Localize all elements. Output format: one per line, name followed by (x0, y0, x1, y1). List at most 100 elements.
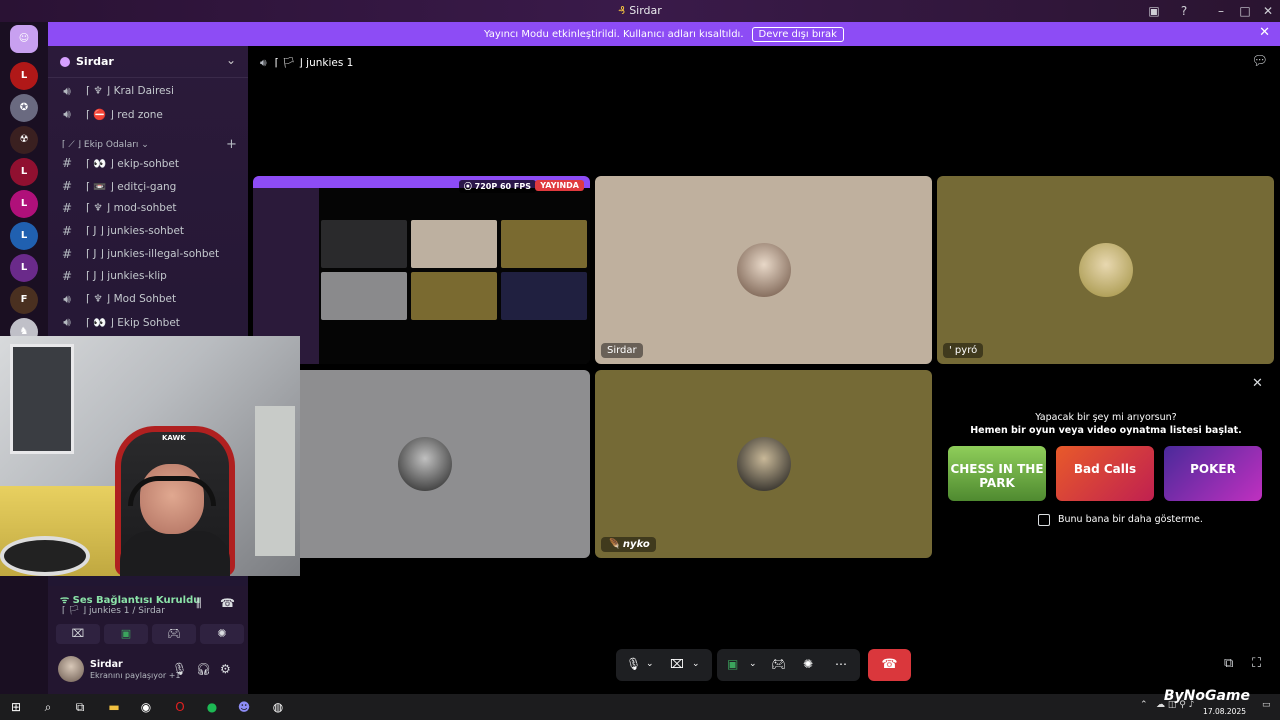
more-icon[interactable]: ⋯ (835, 657, 847, 671)
voice-call-area: 🔊︎ ⌈ 🏳 ⌋ junkies 1 💬︎ ⦿ 720P 60 FPS YAYIN… (248, 46, 1280, 694)
channel-item[interactable]: # ⌈ 👀 ⌋ ekip-sohbet (56, 153, 240, 173)
disable-streamer-mode-button[interactable]: Devre dışı bırak (751, 27, 844, 42)
server-name: Sirdar (76, 55, 114, 68)
maximize-icon[interactable]: □ (1237, 3, 1253, 19)
headset (128, 476, 216, 506)
speaker-icon: 🔊︎ (63, 292, 71, 306)
discord-icon[interactable]: ☻ (234, 698, 254, 716)
minimize-icon[interactable]: – (1213, 3, 1229, 19)
steam-icon[interactable]: ◉ (136, 698, 156, 716)
screen-share-button[interactable]: ▣ (104, 624, 148, 644)
notification-icon[interactable]: ▭ (1262, 700, 1271, 710)
camera-off-icon[interactable]: ⌧ (670, 657, 684, 671)
channel-item[interactable]: # ⌈ J ⌋ junkies-klip (56, 266, 240, 286)
preview-tile (321, 220, 407, 268)
channel-item[interactable]: # ⌈ 📼 ⌋ editçi-gang (56, 176, 240, 196)
server-icon[interactable]: ☢ (10, 126, 38, 154)
channel-label: ⌈ 👀 ⌋ Ekip Sohbet (86, 317, 180, 329)
channel-item[interactable]: # ⌈ J ⌋ junkies-illegal-sohbet (56, 244, 240, 264)
mic-icon[interactable]: 🎙︎ (626, 657, 641, 671)
search-icon[interactable]: ⌕ (38, 698, 58, 716)
channel-label: ⌈ 📼 ⌋ editçi-gang (86, 181, 177, 193)
activity-card-poker[interactable]: POKER (1164, 446, 1262, 501)
voice-channel-title: ⌈ 🏳 ⌋ junkies 1 (274, 57, 354, 69)
headphones-icon[interactable]: 🎧︎ (196, 662, 211, 676)
opera-icon[interactable]: O (170, 698, 190, 716)
disconnect-icon[interactable]: ☎ (220, 596, 235, 610)
server-icon[interactable]: L (10, 254, 38, 282)
channel-label: ⌈ ♆ ⌋ Kral Dairesi (86, 85, 174, 97)
app-icon[interactable]: ◍ (268, 698, 288, 716)
camera-off-button[interactable]: ⌧ (56, 624, 100, 644)
popout-icon[interactable]: ⧉ (1224, 656, 1233, 671)
dont-show-again-checkbox[interactable] (1038, 514, 1050, 526)
window-title-text: Sirdar (629, 4, 662, 17)
task-view-icon[interactable]: ⧉ (70, 698, 90, 716)
gear-icon[interactable]: ⚙ (220, 662, 231, 676)
activity-button[interactable]: 🎮︎ (152, 624, 196, 644)
server-icon[interactable]: ✪ (10, 94, 38, 122)
hash-icon: # (61, 201, 73, 215)
channel-label: ⌈ ♆ ⌋ mod-sohbet (86, 202, 177, 214)
preview-tile (321, 272, 407, 320)
discord-home-icon[interactable]: ☺ (10, 25, 38, 53)
channel-item[interactable]: 🔊︎ ⌈ ⛔ ⌋ red zone (56, 104, 240, 124)
activity-card-chess[interactable]: CHESS IN THE PARK (948, 446, 1046, 501)
activity-card-title: POKER (1190, 462, 1236, 476)
fullscreen-icon[interactable]: ⛶ (1252, 656, 1261, 671)
channel-label: ⌈ J ⌋ junkies-illegal-sohbet (86, 248, 220, 260)
participant-tile[interactable]: Sirdar (595, 176, 932, 364)
channel-item[interactable]: 🔊︎ ⌈ ♆ ⌋ Mod Sohbet (56, 289, 240, 309)
server-icon[interactable]: L (10, 62, 38, 90)
preview-tile (411, 272, 497, 320)
share-options-chevron-icon[interactable]: ⌄ (749, 659, 757, 669)
channel-label: ⌈ J ⌋ junkies-klip (86, 270, 167, 282)
windows-start-icon[interactable]: ⊞ (6, 698, 26, 716)
screen-share-icon[interactable]: ▣ (727, 657, 738, 671)
windows-taskbar: ⊞ ⌕ ⧉ ▬ ◉ O ● ☻ ◍ ⌃ ☁ ◫ ⚲ ♪ 17.08.2025 ▭ (0, 694, 1280, 720)
server-icon[interactable]: F (10, 286, 38, 314)
activity-close-icon[interactable]: ✕ (1252, 376, 1263, 391)
channel-item[interactable]: # ⌈ ♆ ⌋ mod-sohbet (56, 198, 240, 218)
banner-close-icon[interactable]: ✕ (1259, 25, 1270, 40)
activity-controls: ▣ ⌄ 🎮︎ ✺ ⋯ (717, 649, 860, 681)
soundboard-icon[interactable]: ✺ (803, 657, 813, 671)
channel-item[interactable]: # ⌈ J ⌋ junkies-sohbet (56, 221, 240, 241)
user-status: Ekranını paylaşıyor +1 (90, 671, 181, 680)
activity-icon[interactable]: 🎮︎ (771, 657, 786, 671)
banner-text: Yayıncı Modu etkinleştirildi. Kullanıcı … (484, 29, 744, 40)
category-label[interactable]: ⌈ ⟋ ⌋ Ekip Odaları ⌄ (62, 140, 149, 150)
mic-options-chevron-icon[interactable]: ⌄ (646, 659, 654, 669)
streamer-mode-banner: Yayıncı Modu etkinleştirildi. Kullanıcı … (48, 22, 1280, 46)
end-call-button[interactable]: ☎ (868, 649, 911, 681)
inbox-icon[interactable]: ▣ (1146, 3, 1162, 19)
tray-chevron-icon[interactable]: ⌃ (1140, 700, 1148, 710)
activity-card-bad-calls[interactable]: Bad Calls (1056, 446, 1154, 501)
participant-tile[interactable]: 🪶 nyko (595, 370, 932, 558)
soundboard-button[interactable]: ✺ (200, 624, 244, 644)
stream-tile[interactable]: ⦿ 720P 60 FPS YAYINDA (253, 176, 590, 364)
speaker-icon: 🔊︎ (63, 315, 71, 329)
server-header[interactable]: Sirdar ⌄ (48, 46, 248, 78)
end-call-icon: ☎ (881, 657, 898, 672)
camera-options-chevron-icon[interactable]: ⌄ (692, 659, 700, 669)
channel-item[interactable]: 🔊︎ ⌈ ♆ ⌋ Kral Dairesi (56, 81, 240, 101)
chevron-down-icon[interactable]: ⌄ (226, 53, 236, 67)
participant-tile[interactable]: ' pyró (937, 176, 1274, 364)
participant-tile[interactable] (253, 370, 590, 558)
close-window-icon[interactable]: ✕ (1260, 3, 1276, 19)
server-icon[interactable]: L (10, 158, 38, 186)
mic-icon[interactable]: 🎙︎ (172, 662, 187, 676)
server-icon[interactable]: L (10, 190, 38, 218)
speaker-icon: 🔊︎ (63, 107, 71, 121)
spotify-icon[interactable]: ● (202, 698, 222, 716)
file-explorer-icon[interactable]: ▬ (104, 698, 124, 716)
add-channel-icon[interactable]: + (226, 137, 237, 152)
chair-brand: KAWK (162, 434, 186, 442)
chat-icon[interactable]: 💬︎ (1251, 54, 1268, 69)
avatar[interactable] (58, 656, 84, 682)
server-icon[interactable]: L (10, 222, 38, 250)
channel-item[interactable]: 🔊︎ ⌈ 👀 ⌋ Ekip Sohbet (56, 312, 240, 332)
help-icon[interactable]: ? (1176, 3, 1192, 19)
noise-suppression-icon[interactable]: ⫼ (196, 596, 202, 611)
